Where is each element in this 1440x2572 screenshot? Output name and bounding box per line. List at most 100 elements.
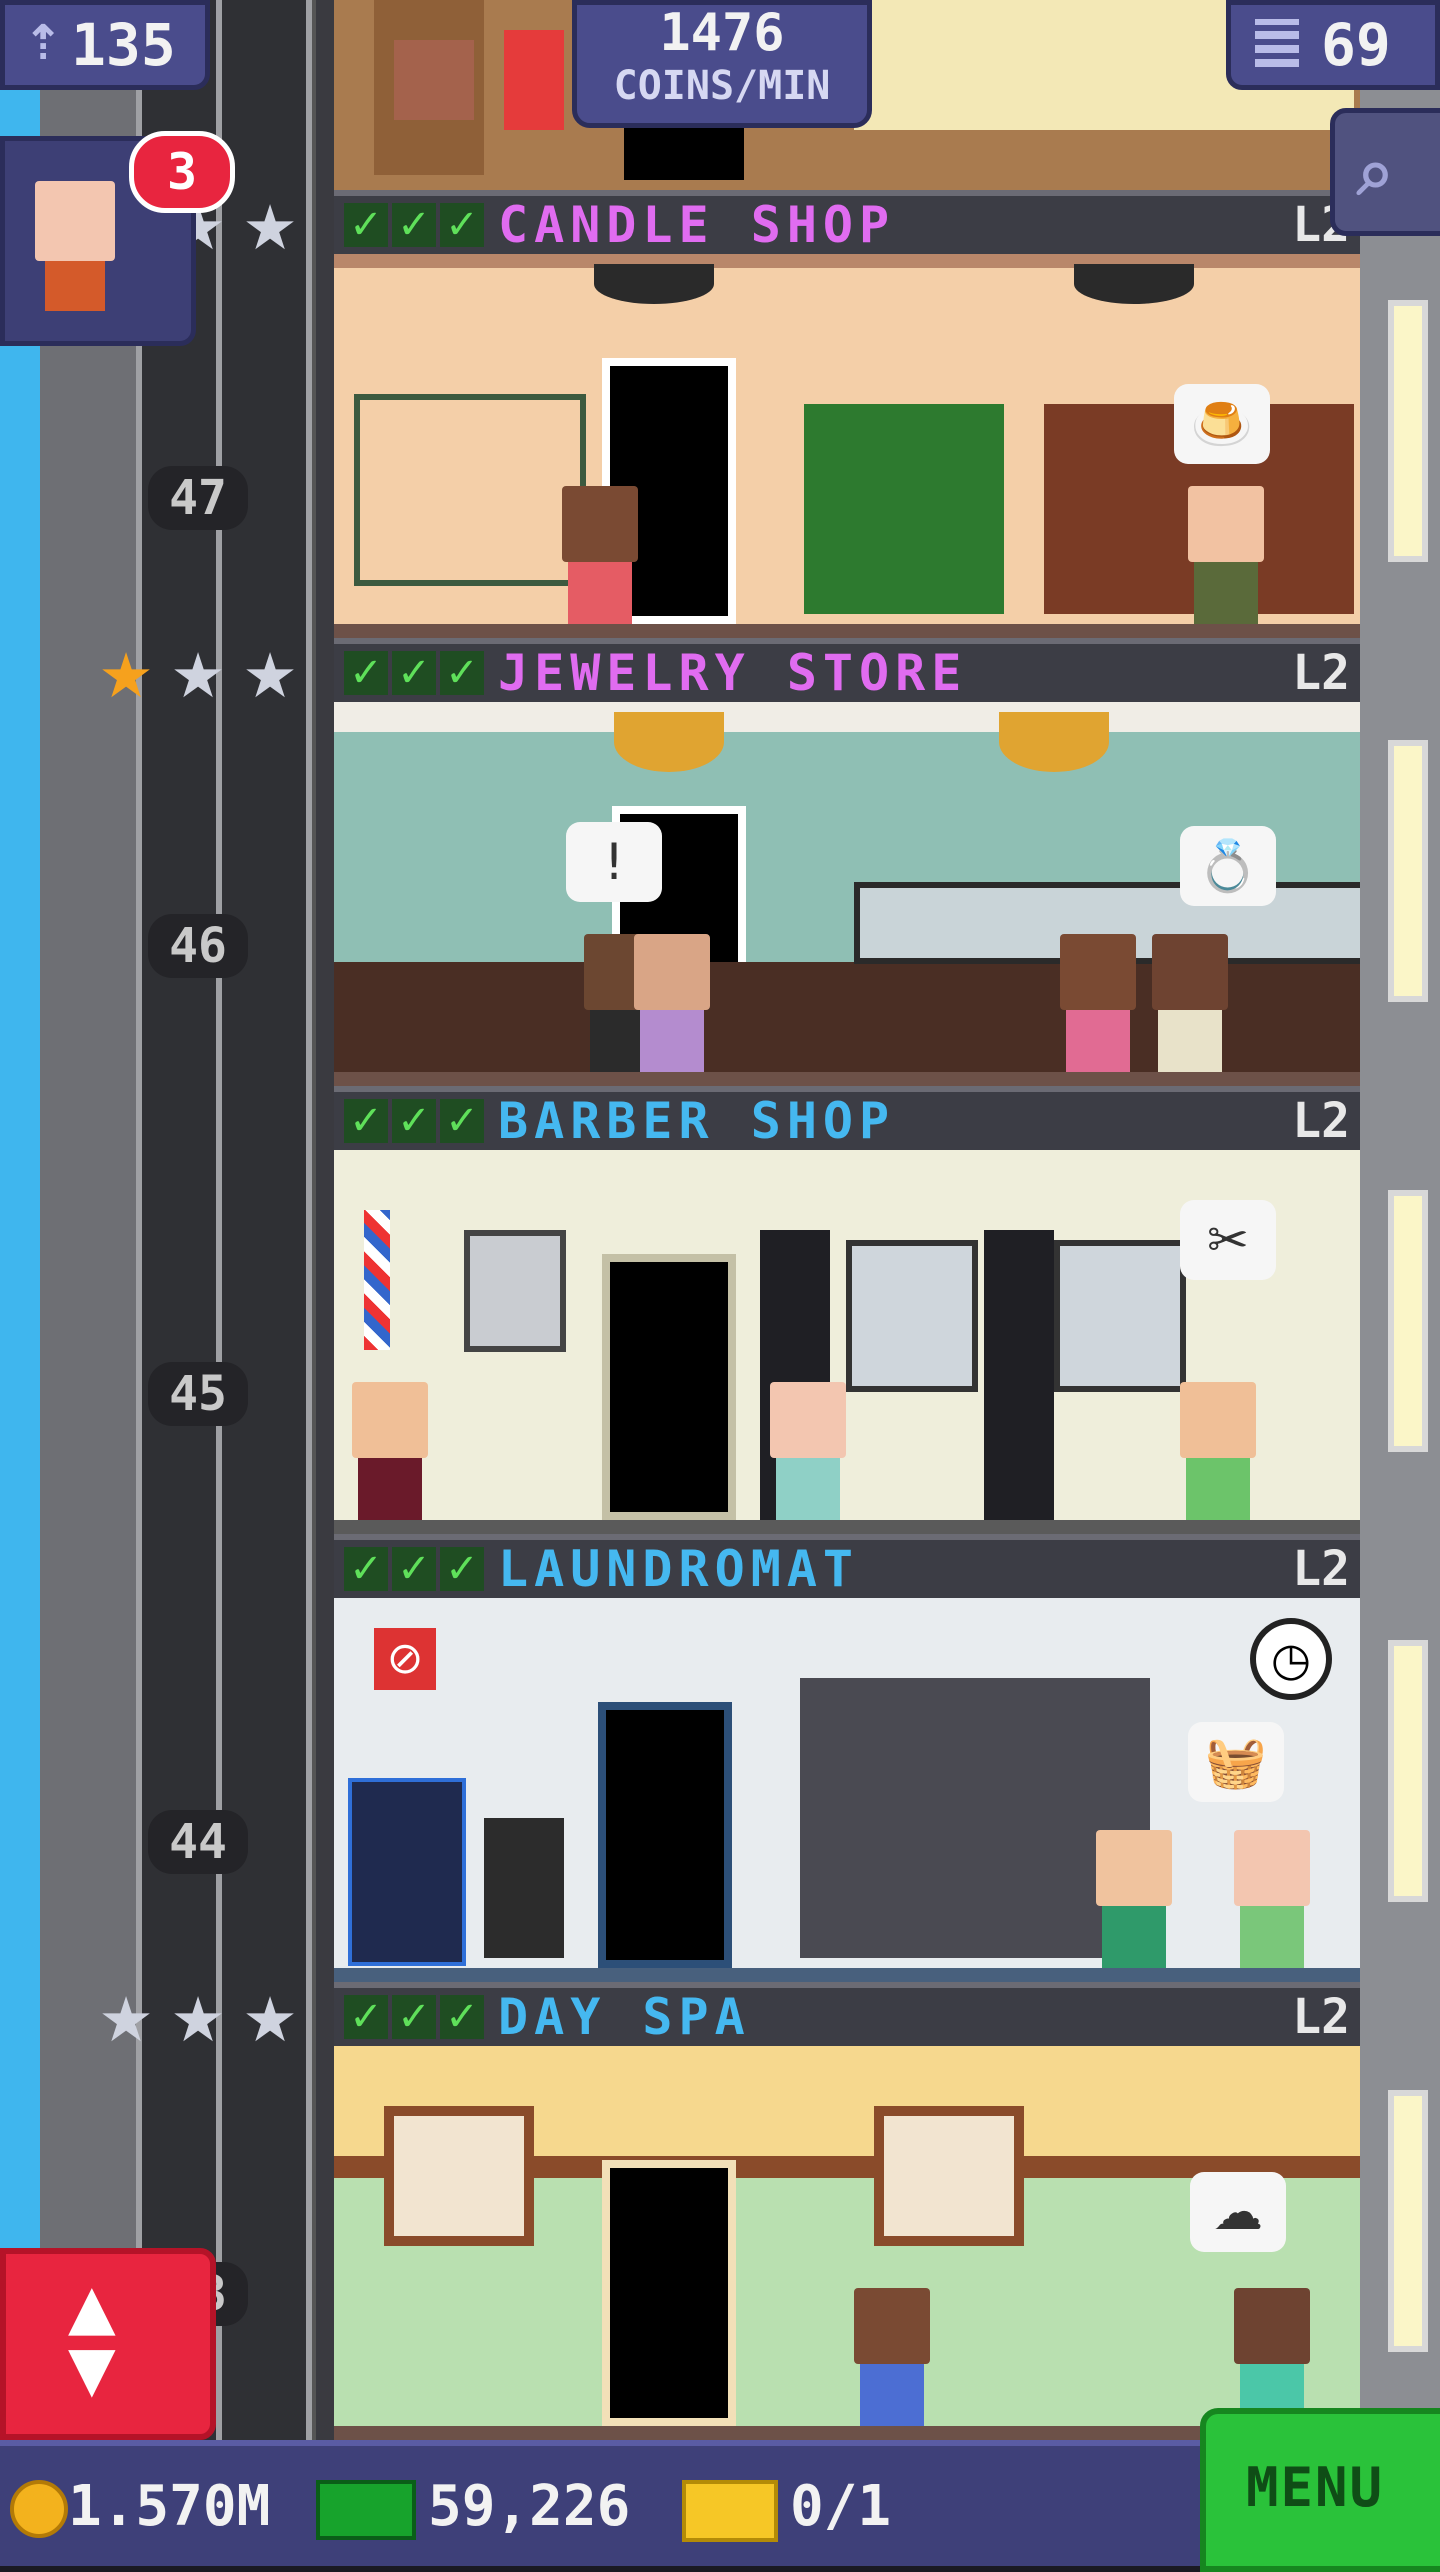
stock-checks: ✓ ✓ ✓ bbox=[344, 651, 484, 695]
notification-badge: 3 bbox=[129, 131, 235, 213]
room-door bbox=[598, 1702, 732, 1968]
star-icon: ★ bbox=[170, 1983, 226, 2056]
floor-name: BARBER SHOP bbox=[498, 1092, 896, 1150]
stock-checks: ✓ ✓ ✓ bbox=[344, 1995, 484, 2039]
floor-name: LAUNDROMAT bbox=[498, 1540, 860, 1598]
vip-visitor-avatar bbox=[35, 181, 115, 261]
floor-banner: ✓ ✓ ✓ DAY SPA L2 bbox=[334, 1982, 1360, 2046]
population-counter[interactable]: ⇡ 135 bbox=[0, 0, 210, 90]
visitor-character[interactable] bbox=[352, 1382, 428, 1520]
star-icon: ★ bbox=[98, 1983, 154, 2056]
alert-bubble[interactable]: ! bbox=[566, 822, 662, 902]
coins-per-min-panel: 1476 COINS/MIN bbox=[572, 0, 872, 128]
vip-visitor-body bbox=[45, 261, 105, 311]
window bbox=[1388, 1190, 1428, 1452]
window bbox=[1388, 2090, 1428, 2352]
bux-value[interactable]: 59,226 bbox=[428, 2474, 630, 2539]
jewelry-request-bubble[interactable]: 💍 bbox=[1180, 826, 1276, 906]
check-icon: ✓ bbox=[440, 1995, 484, 2039]
worker-character[interactable] bbox=[1152, 934, 1228, 1072]
floor-banner: ✓ ✓ ✓ BARBER SHOP L2 bbox=[334, 1086, 1360, 1150]
star-icon: ★ bbox=[242, 191, 298, 264]
floor-banner: ✓ ✓ ✓ CANDLE SHOP L2 bbox=[334, 190, 1360, 254]
visitor-character[interactable] bbox=[1096, 1830, 1172, 1968]
floor-name: DAY SPA bbox=[498, 1988, 751, 2046]
check-icon: ✓ bbox=[440, 1099, 484, 1143]
worker-character[interactable] bbox=[1180, 1382, 1256, 1520]
coins-per-min-value: 1476 bbox=[659, 3, 785, 63]
magnifier-icon: ⌕ bbox=[1357, 133, 1394, 210]
window bbox=[1388, 1640, 1428, 1902]
elevator-shaft bbox=[136, 0, 312, 2440]
check-icon: ✓ bbox=[344, 1995, 388, 2039]
worker-character[interactable] bbox=[1234, 1830, 1310, 1968]
visitor-character[interactable] bbox=[562, 486, 638, 624]
star-icon: ★ bbox=[242, 639, 298, 712]
elevator-floor-number: 45 bbox=[148, 1362, 248, 1426]
spa-request-bubble[interactable]: ☁ bbox=[1190, 2172, 1286, 2252]
check-icon: ✓ bbox=[440, 203, 484, 247]
razor-request-bubble[interactable]: ✂ bbox=[1180, 1200, 1276, 1280]
tickets-value[interactable]: 0/1 bbox=[790, 2474, 891, 2539]
clock-icon: ◷ bbox=[1250, 1618, 1332, 1700]
menu-button[interactable]: MENU bbox=[1200, 2408, 1440, 2572]
floor-banner: ✓ ✓ ✓ LAUNDROMAT L2 bbox=[334, 1534, 1360, 1598]
room-door bbox=[602, 2160, 736, 2426]
check-icon: ✓ bbox=[344, 1099, 388, 1143]
visitor-notification-button[interactable]: 3 bbox=[0, 131, 235, 346]
check-icon: ✓ bbox=[392, 1995, 436, 2039]
visitor-character[interactable] bbox=[1060, 934, 1136, 1072]
elevator-floor-number: 44 bbox=[148, 1810, 248, 1874]
coin-icon bbox=[10, 2480, 68, 2538]
floor-name: CANDLE SHOP bbox=[498, 196, 896, 254]
check-icon: ✓ bbox=[344, 651, 388, 695]
check-icon: ✓ bbox=[392, 1099, 436, 1143]
check-icon: ✓ bbox=[440, 1547, 484, 1591]
floor-level: L2 bbox=[1292, 1989, 1350, 2045]
worker-character[interactable] bbox=[1188, 486, 1264, 624]
coins-per-min-label: COINS/MIN bbox=[613, 63, 831, 109]
up-down-arrows-icon: ▲ ▼ bbox=[68, 2270, 116, 2405]
laundry-request-bubble[interactable]: 🧺 bbox=[1188, 1722, 1284, 1802]
room-interior: ✂ bbox=[334, 1150, 1360, 1534]
coins-value[interactable]: 1.570M bbox=[68, 2474, 270, 2539]
elevator-button[interactable]: ▲ ▼ bbox=[0, 2248, 216, 2440]
star-icon: ★ bbox=[242, 1983, 298, 2056]
check-icon: ✓ bbox=[392, 651, 436, 695]
elevator-floor-number: 46 bbox=[148, 914, 248, 978]
floor-level: L2 bbox=[1292, 1093, 1350, 1149]
tower-outer-wall bbox=[40, 0, 136, 2440]
worker-character[interactable] bbox=[1234, 2288, 1310, 2426]
stock-checks: ✓ ✓ ✓ bbox=[344, 1099, 484, 1143]
floors-counter[interactable]: 69 bbox=[1226, 0, 1440, 90]
check-icon: ✓ bbox=[344, 203, 388, 247]
check-icon: ✓ bbox=[392, 203, 436, 247]
room-door bbox=[602, 1254, 736, 1520]
floor-banner: ✓ ✓ ✓ JEWELRY STORE L2 bbox=[334, 638, 1360, 702]
candle-request-bubble[interactable]: 🍮 bbox=[1174, 384, 1270, 464]
building-grid-icon bbox=[1255, 19, 1299, 67]
stock-checks: ✓ ✓ ✓ bbox=[344, 1547, 484, 1591]
check-icon: ✓ bbox=[344, 1547, 388, 1591]
check-icon: ✓ bbox=[440, 651, 484, 695]
population-value: 135 bbox=[71, 11, 176, 79]
search-button[interactable]: ⌕ bbox=[1330, 108, 1440, 236]
elevator-floor-number: 47 bbox=[148, 466, 248, 530]
floor-star-rating: ★ ★ ★ bbox=[96, 1983, 300, 2056]
window bbox=[1388, 740, 1428, 1002]
visitor-character[interactable] bbox=[770, 1382, 846, 1520]
no-smoking-icon: ⊘ bbox=[374, 1628, 436, 1690]
floor-star-rating: ★ ★ ★ bbox=[96, 639, 300, 712]
room-interior: 🍮 bbox=[334, 254, 1360, 638]
menu-label: MENU bbox=[1246, 2456, 1385, 2519]
person-up-icon: ⇡ bbox=[23, 15, 64, 71]
star-icon: ★ bbox=[170, 639, 226, 712]
visitor-character[interactable] bbox=[634, 934, 710, 1072]
star-icon: ★ bbox=[98, 639, 154, 712]
floor-name: JEWELRY STORE bbox=[498, 644, 968, 702]
floors-count-value: 69 bbox=[1321, 11, 1391, 79]
room-interior: ! 💍 bbox=[334, 702, 1360, 1086]
check-icon: ✓ bbox=[392, 1547, 436, 1591]
stock-checks: ✓ ✓ ✓ bbox=[344, 203, 484, 247]
visitor-character[interactable] bbox=[854, 2288, 930, 2426]
